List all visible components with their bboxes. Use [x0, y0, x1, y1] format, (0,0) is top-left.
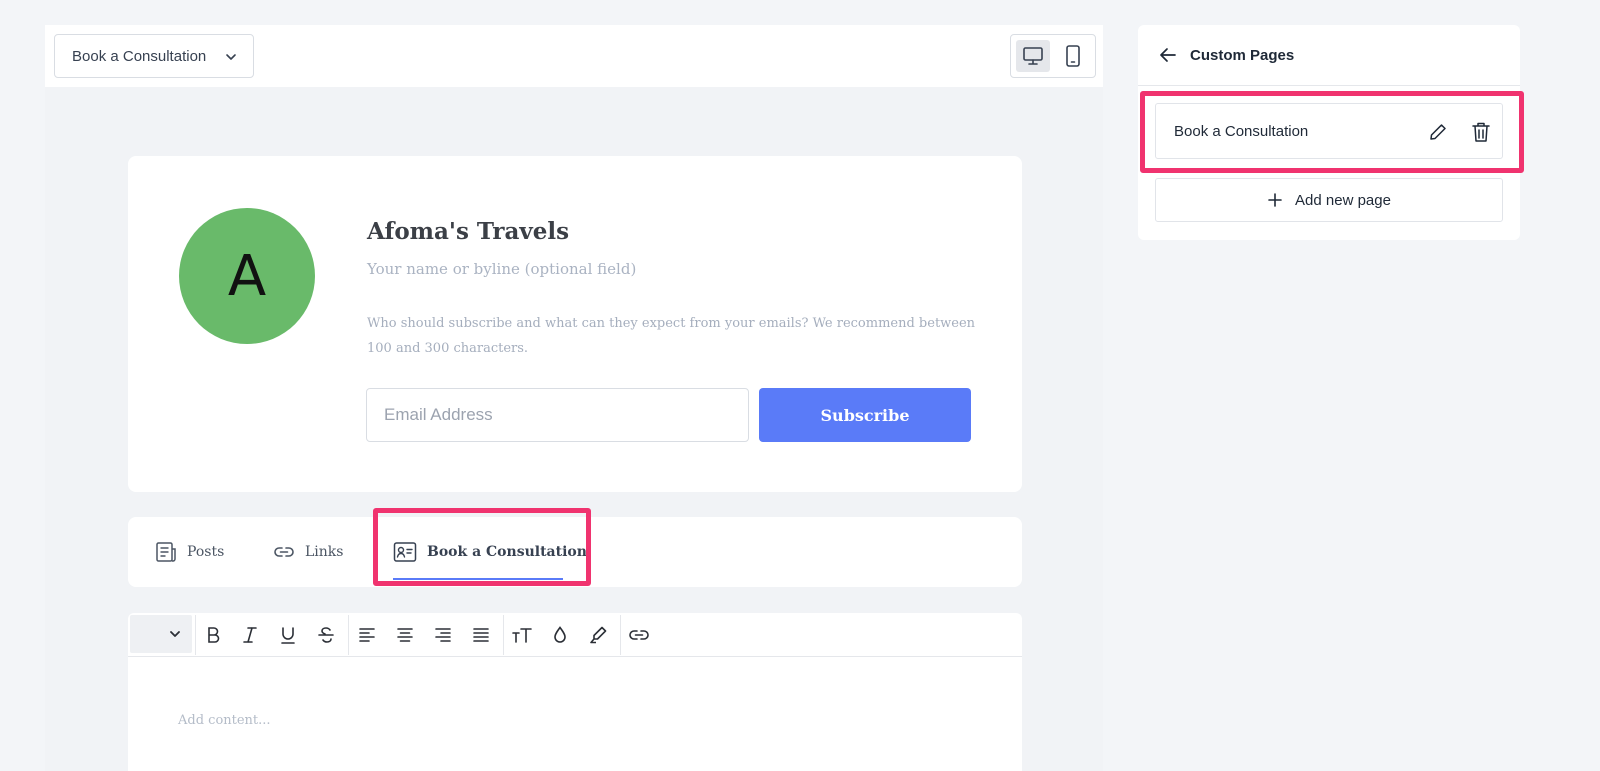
toolbar-divider — [195, 615, 196, 655]
align-justify-button[interactable] — [466, 620, 496, 650]
toolbar-divider — [620, 615, 621, 655]
text-style-select[interactable] — [130, 615, 192, 653]
bold-button[interactable] — [198, 620, 228, 650]
text-color-button[interactable] — [545, 620, 575, 650]
tab-book-label: Book a Consultation — [427, 544, 587, 560]
tab-posts-label: Posts — [187, 544, 225, 560]
custom-page-name: Book a Consultation — [1174, 123, 1309, 140]
underline-button[interactable] — [273, 620, 303, 650]
align-left-icon — [359, 628, 375, 642]
plus-icon — [1268, 193, 1282, 207]
subscribe-button[interactable]: Subscribe — [759, 388, 971, 442]
align-justify-icon — [473, 628, 489, 642]
rich-text-toolbar — [128, 613, 1022, 657]
content-placeholder: Add content... — [178, 713, 271, 728]
highlight-button[interactable] — [583, 620, 613, 650]
trash-icon — [1472, 122, 1490, 142]
link-icon — [274, 547, 294, 557]
editor-topbar: Book a Consultation — [45, 25, 1103, 87]
bold-icon — [208, 627, 220, 643]
italic-button[interactable] — [235, 620, 265, 650]
align-center-icon — [397, 628, 413, 642]
align-center-button[interactable] — [390, 620, 420, 650]
active-tab-indicator — [393, 578, 563, 580]
color-drop-icon — [554, 626, 566, 643]
profile-card: A Afoma's Travels Your name or byline (o… — [128, 156, 1022, 492]
highlighter-icon — [590, 626, 607, 644]
page-select-value: Book a Consultation — [72, 47, 207, 65]
desktop-view-button[interactable] — [1016, 40, 1050, 72]
contact-card-icon — [393, 542, 417, 562]
custom-page-item[interactable]: Book a Consultation — [1155, 103, 1503, 159]
posts-icon — [156, 542, 176, 562]
back-to-custom-pages[interactable]: Custom Pages — [1138, 25, 1520, 86]
byline-field[interactable]: Your name or byline (optional field) — [367, 260, 636, 278]
strikethrough-button[interactable] — [311, 620, 341, 650]
mobile-view-button[interactable] — [1056, 40, 1090, 72]
pencil-icon — [1430, 124, 1446, 140]
tab-links[interactable]: Links — [273, 539, 343, 565]
align-right-button[interactable] — [428, 620, 458, 650]
tab-posts[interactable]: Posts — [155, 539, 224, 565]
avatar[interactable]: A — [179, 208, 315, 344]
chevron-down-icon — [226, 54, 236, 60]
panel-title: Custom Pages — [1190, 46, 1295, 64]
delete-page-button[interactable] — [1469, 120, 1493, 144]
mobile-icon — [1066, 45, 1080, 67]
add-new-page-button[interactable]: Add new page — [1155, 178, 1503, 222]
toolbar-divider — [503, 615, 504, 655]
align-left-button[interactable] — [352, 620, 382, 650]
tabs-bar: Posts Links Book a Consultation — [128, 517, 1022, 587]
email-field[interactable]: Email Address — [366, 388, 749, 442]
device-toggle — [1010, 34, 1096, 78]
toolbar-divider — [348, 615, 349, 655]
text-size-icon — [512, 628, 532, 643]
page-editor: Book a Consultation A Afoma's Travels Yo… — [45, 25, 1103, 771]
custom-pages-panel: Custom Pages Book a Consultation Add new… — [1138, 25, 1520, 240]
tab-links-label: Links — [305, 544, 344, 560]
desktop-icon — [1023, 47, 1043, 65]
content-editor[interactable]: Add content... — [128, 657, 1022, 771]
description-field[interactable]: Who should subscribe and what can they e… — [367, 311, 977, 361]
align-right-icon — [435, 628, 451, 642]
underline-icon — [281, 627, 295, 644]
add-new-page-label: Add new page — [1295, 191, 1391, 209]
italic-icon — [243, 627, 257, 643]
strikethrough-icon — [318, 627, 334, 643]
tab-book-a-consultation[interactable]: Book a Consultation — [393, 539, 587, 565]
text-size-button[interactable] — [507, 620, 537, 650]
chevron-down-icon — [170, 631, 180, 637]
site-title[interactable]: Afoma's Travels — [367, 218, 569, 245]
edit-page-button[interactable] — [1426, 120, 1450, 144]
arrow-left-icon — [1160, 48, 1176, 62]
avatar-letter: A — [227, 243, 267, 309]
link-icon — [629, 630, 649, 640]
insert-link-button[interactable] — [624, 620, 654, 650]
page-select-dropdown[interactable]: Book a Consultation — [54, 34, 254, 78]
